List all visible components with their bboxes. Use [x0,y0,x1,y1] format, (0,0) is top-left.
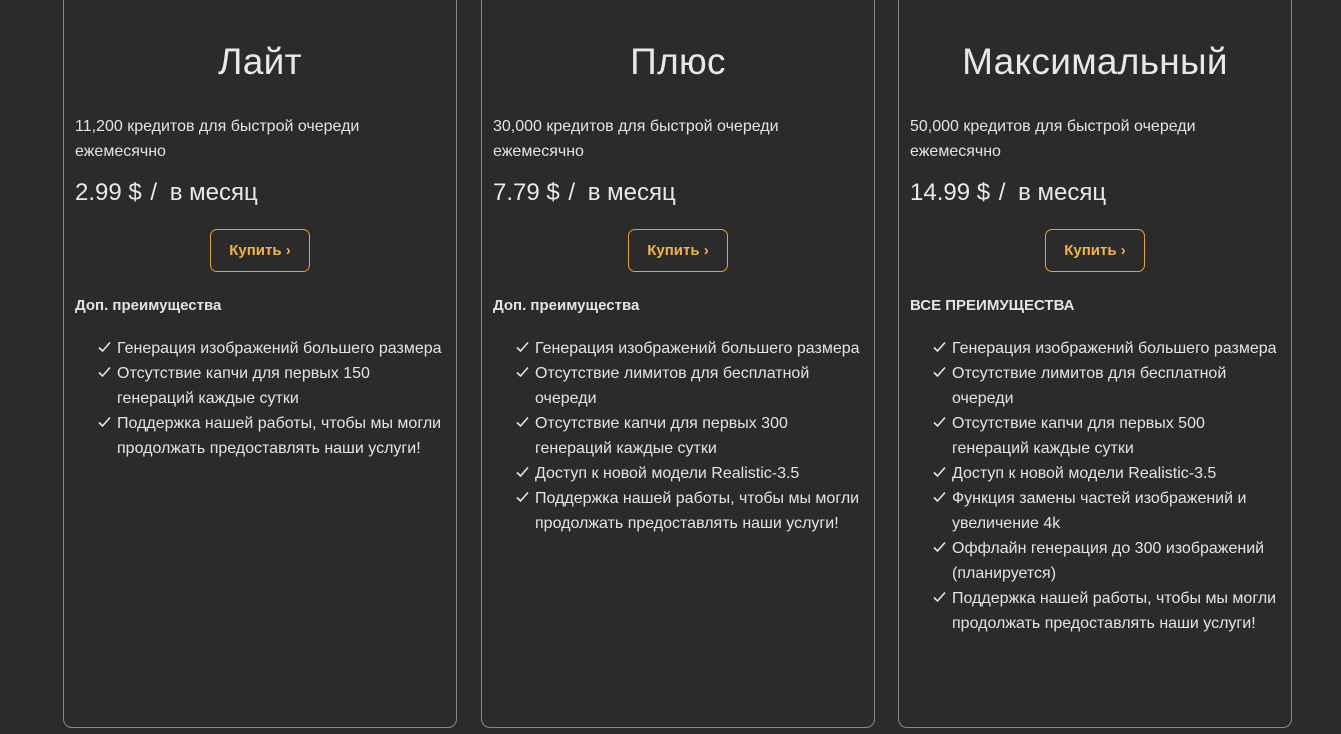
feature-item: Отсутствие капчи для первых 500 генераци… [933,411,1280,461]
feature-text: Отсутствие капчи для первых 500 генераци… [952,415,1205,457]
feature-item: Генерация изображений большего размера [516,336,863,361]
plan-period: в месяц [1018,179,1107,206]
feature-text: Оффлайн генерация до 300 изображений (пл… [952,540,1265,582]
feature-item: Поддержка нашей работы, чтобы мы могли п… [933,586,1280,636]
feature-item: Оффлайн генерация до 300 изображений (пл… [933,536,1280,586]
feature-list: Генерация изображений большего размера О… [493,336,863,536]
price-separator: / [998,179,1006,206]
plan-title: Лайт [218,41,302,82]
feature-text: Доступ к новой модели Realistic-3.5 [952,465,1217,482]
feature-item: Генерация изображений большего размера [933,336,1280,361]
plan-price-row: 14.99 $ / в месяц [910,178,1280,208]
pricing-plans: Лайт 11,200 кредитов для быстрой очереди… [0,0,1341,734]
feature-text: Генерация изображений большего размера [117,340,442,357]
buy-button-lite[interactable]: Купить › [210,229,310,272]
check-icon [98,341,111,353]
check-icon [516,366,529,378]
check-icon [933,541,946,553]
check-icon [516,491,529,503]
feature-item: Функция замены частей изображений и увел… [933,486,1280,536]
feature-text: Доступ к новой модели Realistic-3.5 [535,465,800,482]
plan-card-plus: Плюс 30,000 кредитов для быстрой очереди… [481,0,875,728]
feature-item: Доступ к новой модели Realistic-3.5 [516,461,863,486]
plan-price-row: 7.79 $ / в месяц [493,178,863,208]
feature-text: Поддержка нашей работы, чтобы мы могли п… [952,590,1277,632]
benefits-title: Доп. преимущества [75,297,222,314]
plan-title: Плюс [630,41,726,82]
check-icon [933,341,946,353]
price-separator: / [150,179,158,206]
plan-price: 14.99 $ [910,179,991,206]
check-icon [933,366,946,378]
feature-item: Отсутствие капчи для первых 300 генераци… [516,411,863,461]
check-icon [933,491,946,503]
feature-text: Отсутствие лимитов для бесплатной очеред… [535,365,810,407]
buy-button-container: Купить › [75,229,445,273]
feature-item: Доступ к новой модели Realistic-3.5 [933,461,1280,486]
feature-text: Генерация изображений большего размера [952,340,1277,357]
check-icon [933,591,946,603]
buy-button-max[interactable]: Купить › [1045,229,1145,272]
feature-item: Отсутствие лимитов для бесплатной очеред… [516,361,863,411]
plan-price: 7.79 $ [493,179,560,206]
feature-item: Отсутствие капчи для первых 150 генераци… [98,361,445,411]
check-icon [516,341,529,353]
feature-item: Генерация изображений большего размера [98,336,445,361]
buy-button-container: Купить › [910,229,1280,273]
plan-price: 2.99 $ [75,179,142,206]
plan-credits: 11,200 кредитов для быстрой очереди ежем… [75,118,360,160]
check-icon [933,466,946,478]
check-icon [516,416,529,428]
plan-title: Максимальный [962,41,1228,82]
feature-item: Поддержка нашей работы, чтобы мы могли п… [516,486,863,536]
plan-period: в месяц [587,179,676,206]
plan-card-max: Максимальный 50,000 кредитов для быстрой… [898,0,1292,728]
buy-button-plus[interactable]: Купить › [628,229,728,272]
feature-item: Поддержка нашей работы, чтобы мы могли п… [98,411,445,461]
check-icon [98,366,111,378]
plan-credits: 50,000 кредитов для быстрой очереди ежем… [910,118,1196,160]
feature-item: Отсутствие лимитов для бесплатной очеред… [933,361,1280,411]
feature-text: Генерация изображений большего размера [535,340,860,357]
buy-button-container: Купить › [493,229,863,273]
benefits-title: ВСЕ ПРЕИМУЩЕСТВА [910,297,1075,314]
check-icon [933,416,946,428]
feature-text: Поддержка нашей работы, чтобы мы могли п… [535,490,860,532]
plan-price-row: 2.99 $ / в месяц [75,178,445,208]
check-icon [98,416,111,428]
plan-card-lite: Лайт 11,200 кредитов для быстрой очереди… [63,0,457,728]
check-icon [516,466,529,478]
feature-text: Поддержка нашей работы, чтобы мы могли п… [117,415,442,457]
feature-text: Функция замены частей изображений и увел… [952,490,1247,532]
feature-text: Отсутствие лимитов для бесплатной очеред… [952,365,1227,407]
feature-list: Генерация изображений большего размера О… [75,336,445,461]
plan-period: в месяц [169,179,258,206]
price-separator: / [568,179,576,206]
benefits-title: Доп. преимущества [493,297,640,314]
feature-list: Генерация изображений большего размера О… [910,336,1280,636]
plan-credits: 30,000 кредитов для быстрой очереди ежем… [493,118,779,160]
feature-text: Отсутствие капчи для первых 150 генераци… [117,365,370,407]
feature-text: Отсутствие капчи для первых 300 генераци… [535,415,788,457]
